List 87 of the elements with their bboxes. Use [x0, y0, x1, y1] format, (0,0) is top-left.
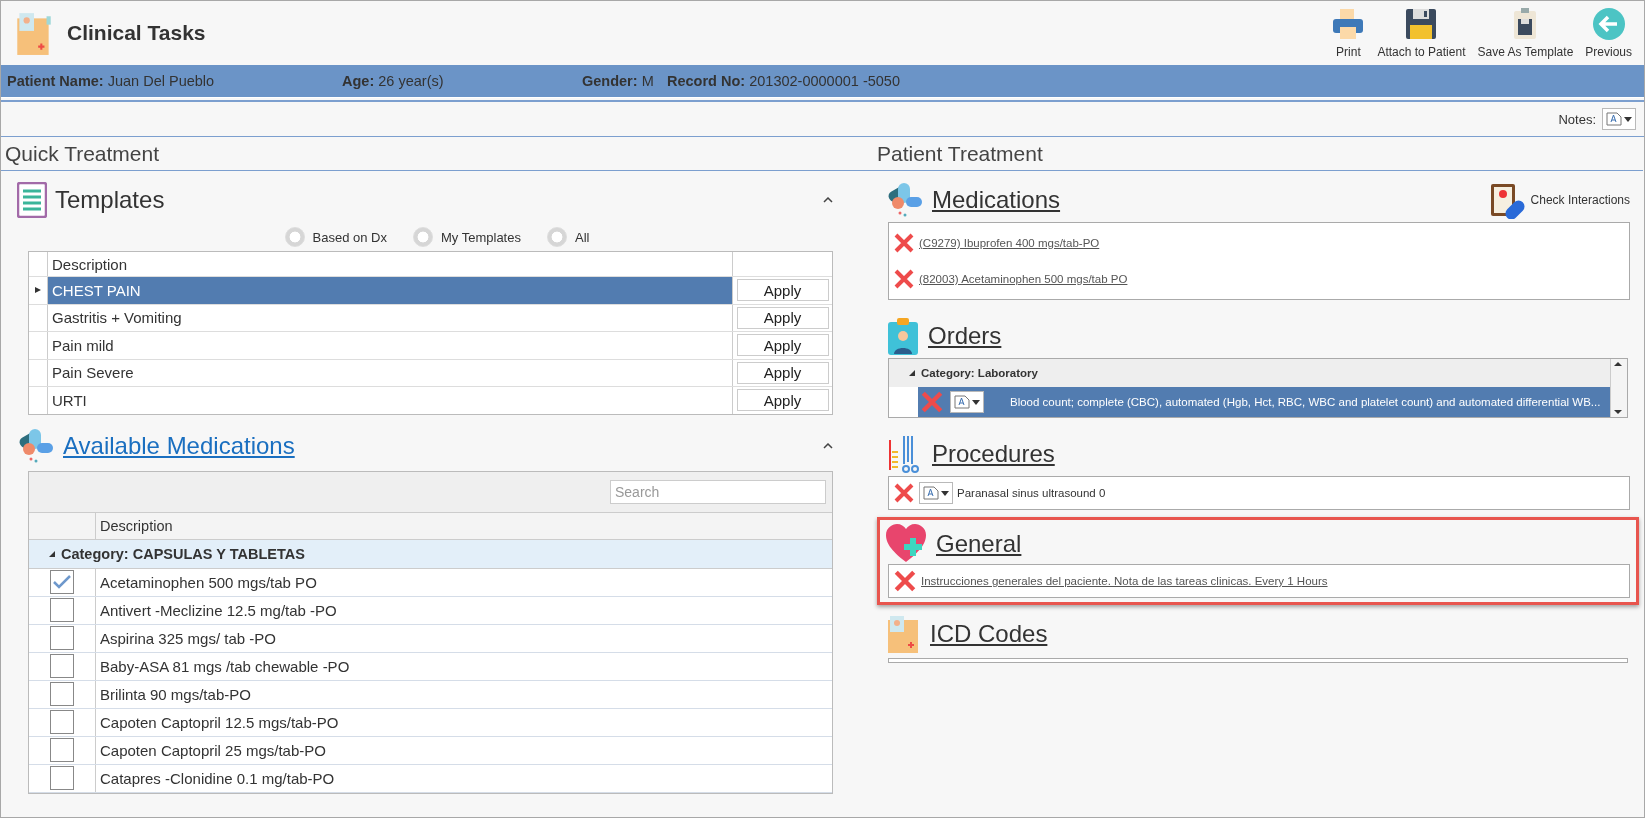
checkbox[interactable] [50, 738, 74, 762]
expand-arrow-icon[interactable] [35, 287, 41, 294]
window-title: Clinical Tasks [67, 21, 207, 45]
section-title[interactable]: Orders [928, 322, 1002, 350]
note-icon [1606, 112, 1622, 126]
toolbar-button[interactable]: Previous [1579, 2, 1638, 64]
checkbox[interactable] [50, 766, 74, 790]
column-header: Description [99, 516, 174, 536]
section-title[interactable]: Procedures [932, 440, 1055, 468]
apply-button[interactable]: Apply [736, 361, 829, 384]
note-dropdown[interactable] [919, 482, 953, 504]
note-icon [923, 486, 939, 500]
remove-icon[interactable] [893, 232, 915, 254]
toolbar-button[interactable]: Save As Template [1471, 2, 1580, 64]
column-title: Patient Treatment [873, 137, 1643, 171]
collapse-arrow-icon[interactable] [909, 370, 915, 376]
check-interactions-button[interactable]: Check Interactions [1482, 180, 1636, 220]
apply-button[interactable]: Apply [736, 306, 829, 329]
section-title[interactable]: Medications [932, 186, 1061, 214]
filter-radio[interactable]: All [546, 227, 590, 247]
medication-name: Brilinta 90 mgs/tab-PO [99, 684, 252, 705]
note-dropdown[interactable] [950, 391, 984, 413]
filter-radio[interactable]: My Templates [413, 227, 521, 247]
dropdown-caret-icon [972, 399, 980, 405]
pills-icon [886, 181, 924, 219]
checkbox[interactable] [50, 710, 74, 734]
apply-button[interactable]: Apply [736, 334, 829, 357]
medication-name: Catapres -Clonidine 0.1 mg/tab-PO [99, 768, 336, 789]
scrollbar[interactable] [1610, 359, 1627, 417]
category-label: Category: Laboratory [921, 367, 1038, 379]
checkmark-icon [53, 575, 71, 589]
template-row[interactable]: Pain mild [48, 332, 733, 359]
checkbox[interactable] [50, 682, 74, 706]
remove-icon[interactable] [893, 569, 917, 593]
collapse-icon[interactable] [823, 442, 833, 449]
medication-name: Baby-ASA 81 mgs /tab chewable -PO [99, 656, 351, 677]
medication-name: Acetaminophen 500 mgs/tab PO [99, 572, 318, 593]
medication-name: Aspirina 325 mgs/ tab -PO [99, 628, 277, 649]
item-link[interactable]: (82003) Acetaminophen 500 mgs/tab PO [919, 273, 1128, 285]
checkbox[interactable] [50, 598, 74, 622]
checkbox[interactable] [50, 654, 74, 678]
column-title: Quick Treatment [1, 137, 873, 171]
medication-name: Capoten Captopril 12.5 mgs/tab-PO [99, 712, 340, 733]
dropdown-caret-icon [941, 490, 949, 496]
dropdown-caret-icon [1624, 116, 1632, 122]
patient-folder-icon [15, 10, 53, 56]
patient-field: Gender: M [582, 73, 667, 89]
section-link[interactable]: Available Medications [63, 431, 295, 460]
section-title: Templates [55, 186, 165, 214]
apply-button[interactable]: Apply [736, 389, 829, 412]
checkbox[interactable] [50, 626, 74, 650]
patient-field: Age: 26 year(s) [342, 73, 582, 89]
pills-icon [17, 426, 55, 465]
apply-button[interactable]: Apply [736, 279, 829, 302]
note-icon [954, 395, 970, 409]
medication-name: Capoten Captopril 25 mgs/tab-PO [99, 740, 327, 761]
patient-field: Record No: 201302-0000001 -5050 [667, 73, 1067, 89]
toolbar-button[interactable]: Attach to Patient [1371, 2, 1472, 64]
section-title[interactable]: General [936, 530, 1022, 558]
collapse-arrow-icon[interactable] [49, 550, 55, 557]
heart-plus-icon [886, 524, 928, 564]
template-row[interactable]: URTI [48, 387, 733, 414]
note-dropdown[interactable] [1602, 108, 1636, 130]
column-header: Description [48, 252, 733, 276]
remove-icon[interactable] [893, 482, 915, 504]
template-row[interactable]: Pain Severe [48, 359, 733, 386]
category-label: Category: CAPSULAS Y TABLETAS [61, 545, 305, 562]
toolbar-button[interactable]: Print [1325, 2, 1372, 64]
order-row[interactable]: Blood count; complete (CBC), automated (Hgb, Hct, RBC, WBC and platelet count) and automated differential WB... [918, 387, 1610, 417]
template-row[interactable]: CHEST PAIN [48, 277, 733, 304]
collapse-icon[interactable] [823, 197, 833, 203]
patient-field: Patient Name: Juan Del Pueblo [7, 73, 342, 89]
row-header-cell [889, 387, 918, 417]
printer-icon [1331, 7, 1366, 41]
medication-name: Antivert -Meclizine 12.5 mg/tab -PO [99, 600, 338, 621]
section-title[interactable]: ICD Codes [930, 620, 1048, 648]
clipboard-list-icon [17, 182, 47, 218]
remove-icon[interactable] [893, 268, 915, 290]
item-link[interactable]: (C9279) Ibuprofen 400 mgs/tab-PO [919, 237, 1100, 249]
notes-label: Notes: [1558, 111, 1596, 127]
doctor-clipboard-icon [886, 316, 920, 356]
search-field[interactable]: Search [610, 479, 826, 504]
template-row[interactable]: Gastritis + Vomiting [48, 304, 733, 331]
filter-radio[interactable]: Based on Dx [284, 227, 387, 247]
checkbox[interactable] [50, 570, 74, 594]
procedure-text: Paranasal sinus ultrasound 0 [957, 487, 1106, 499]
item-link[interactable]: Instrucciones generales del paciente. Nota de las tareas clinicas. Every 1 Hours [921, 575, 1328, 587]
